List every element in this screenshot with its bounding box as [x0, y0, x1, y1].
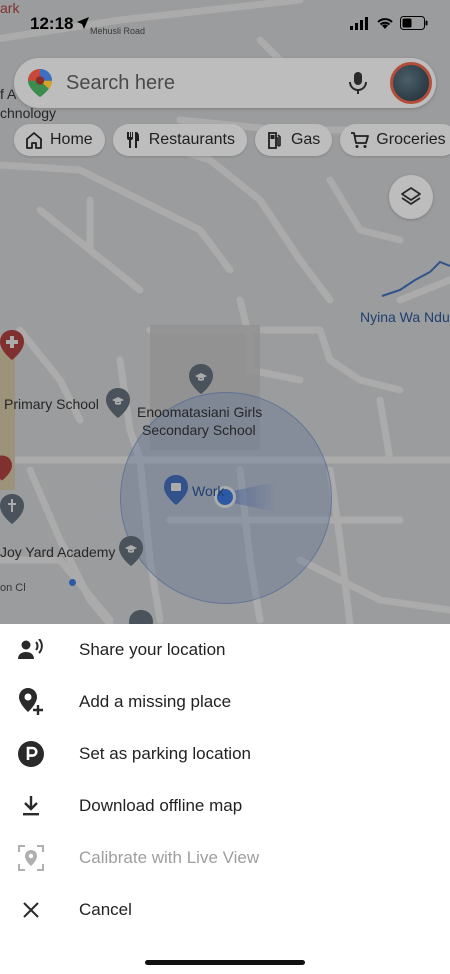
close-icon — [18, 897, 44, 923]
microphone-icon[interactable] — [348, 71, 368, 95]
cancel-label: Cancel — [79, 900, 132, 919]
wifi-icon — [377, 18, 393, 29]
share-location-item[interactable]: Share your location — [0, 624, 450, 676]
search-input[interactable]: Search here — [66, 72, 175, 95]
chip-gas[interactable]: Gas — [254, 124, 333, 156]
live-view-icon — [18, 845, 44, 871]
status-icons — [350, 16, 428, 30]
status-bar: 12:18 — [0, 0, 450, 46]
parking-icon — [18, 741, 44, 767]
chip-label: Restaurants — [148, 131, 235, 148]
search-bar[interactable]: Search here — [14, 58, 436, 108]
google-maps-logo-icon — [28, 69, 52, 97]
chip-label: Gas — [290, 131, 321, 148]
chip-label: Groceries — [376, 131, 446, 148]
set-parking-item[interactable]: Set as parking location — [0, 728, 450, 780]
add-missing-place-item[interactable]: Add a missing place — [0, 676, 450, 728]
chip-restaurants[interactable]: Restaurants — [112, 124, 247, 156]
gas-icon — [268, 132, 281, 149]
share-location-icon — [18, 637, 44, 663]
add-missing-place-label: Add a missing place — [79, 692, 232, 711]
chip-groceries[interactable]: Groceries — [340, 124, 450, 156]
battery-icon — [400, 16, 428, 30]
chip-label: Home — [50, 131, 93, 148]
home-icon — [26, 132, 42, 149]
restaurant-icon — [126, 132, 139, 148]
chip-home[interactable]: Home — [14, 124, 105, 156]
home-indicator[interactable] — [145, 960, 305, 965]
calibrate-live-view-label: Calibrate with Live View — [79, 848, 260, 867]
download-icon — [18, 793, 44, 819]
cancel-item[interactable]: Cancel — [0, 884, 450, 936]
add-place-icon — [18, 688, 44, 715]
set-parking-label: Set as parking location — [79, 744, 251, 763]
status-time: 12:18 — [30, 14, 74, 33]
calibrate-live-view-item: Calibrate with Live View — [0, 832, 450, 884]
category-chips: Home Restaurants Gas Groceries — [14, 124, 450, 156]
location-arrow-icon — [77, 17, 89, 29]
layers-button[interactable] — [389, 175, 433, 219]
action-sheet: Share your location Add a missing place … — [0, 624, 450, 974]
share-location-label: Share your location — [79, 640, 226, 659]
download-offline-map-item[interactable]: Download offline map — [0, 780, 450, 832]
layers-icon — [401, 187, 421, 205]
download-offline-map-label: Download offline map — [79, 796, 243, 815]
avatar[interactable] — [390, 62, 432, 104]
cart-icon — [351, 132, 370, 148]
cellular-signal-icon — [350, 17, 368, 30]
